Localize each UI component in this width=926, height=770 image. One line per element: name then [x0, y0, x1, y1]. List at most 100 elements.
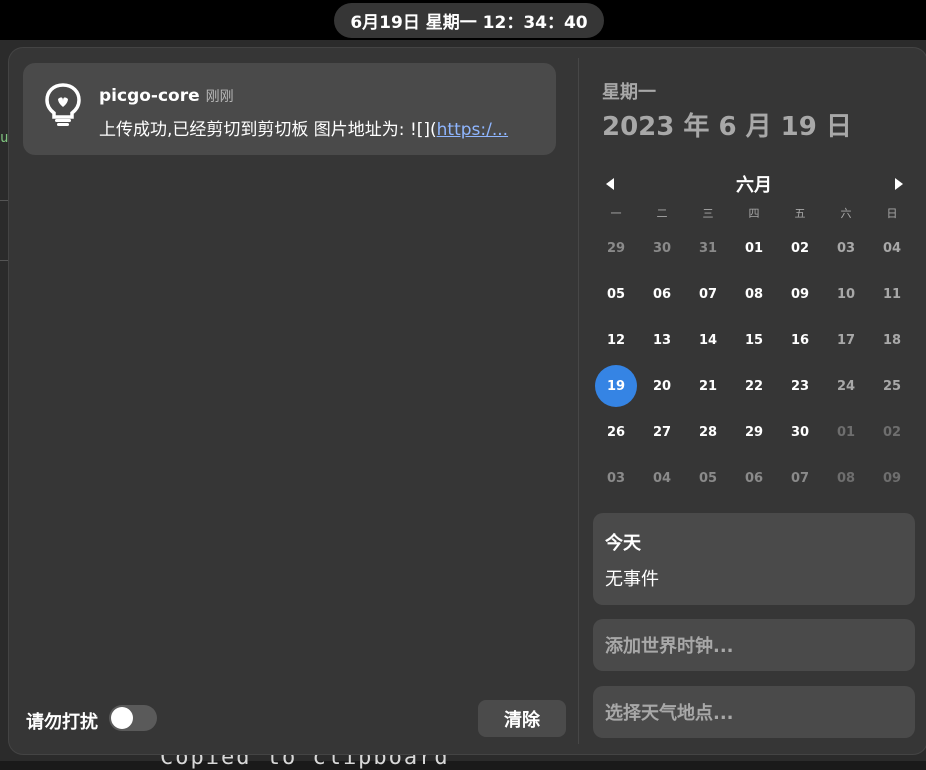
lightbulb-icon — [41, 81, 85, 127]
calendar-weekday[interactable]: 星期一 — [602, 78, 656, 104]
calendar-day[interactable]: 02 — [777, 225, 823, 271]
calendar-day[interactable]: 05 — [685, 455, 731, 501]
calendar-day-label: 21 — [698, 378, 718, 394]
calendar-day-label: 25 — [882, 378, 902, 394]
notification-app-name: picgo-core 刚刚 — [99, 86, 234, 106]
calendar-day[interactable]: 26 — [593, 409, 639, 455]
calendar-day[interactable]: 03 — [823, 225, 869, 271]
calendar-day[interactable]: 10 — [823, 271, 869, 317]
calendar-day[interactable]: 07 — [777, 455, 823, 501]
calendar-day-label: 22 — [744, 378, 764, 394]
events-title: 今天 — [605, 533, 641, 554]
weekday-header: 日 — [886, 207, 898, 220]
calendar-day[interactable]: 11 — [869, 271, 915, 317]
calendar-day-label: 27 — [652, 424, 672, 440]
calendar-day[interactable]: 06 — [639, 271, 685, 317]
calendar-day-label: 03 — [836, 240, 856, 256]
calendar-week-row: 26 27 28 29 30 01 02 — [593, 409, 917, 455]
notification-app-label: picgo-core — [99, 86, 200, 106]
calendar-day-label: 19 — [595, 365, 637, 407]
calendar-day-label: 04 — [652, 470, 672, 486]
calendar-full-date[interactable]: 2023 年 6 月 19 日 — [602, 106, 852, 143]
weekday-header: 三 — [702, 207, 714, 220]
calendar-day-label: 02 — [882, 424, 902, 440]
calendar-day[interactable]: 02 — [869, 409, 915, 455]
toggle-knob — [111, 707, 133, 729]
calendar-day[interactable]: 31 — [685, 225, 731, 271]
calendar-day[interactable]: 03 — [593, 455, 639, 501]
calendar-day-label: 15 — [744, 332, 764, 348]
calendar-day[interactable]: 28 — [685, 409, 731, 455]
do-not-disturb-toggle[interactable] — [109, 705, 157, 731]
calendar-day-label: 24 — [836, 378, 856, 394]
calendar-day-label: 07 — [698, 286, 718, 302]
calendar-day[interactable]: 05 — [593, 271, 639, 317]
calendar-day[interactable]: 01 — [731, 225, 777, 271]
chevron-left-icon[interactable] — [601, 174, 621, 194]
calendar-day[interactable]: 09 — [777, 271, 823, 317]
clear-button[interactable]: 清除 — [478, 700, 566, 737]
weekday-header: 四 — [748, 207, 760, 220]
calendar-day-label: 26 — [606, 424, 626, 440]
calendar-day[interactable]: 07 — [685, 271, 731, 317]
calendar-day-label: 02 — [790, 240, 810, 256]
calendar-day[interactable]: 30 — [639, 225, 685, 271]
calendar-week-row: 05 06 07 08 09 10 11 — [593, 271, 917, 317]
select-weather-location-button[interactable]: 选择天气地点... — [593, 686, 915, 738]
terminal-glyph: u — [0, 130, 9, 146]
calendar-day-label: 06 — [652, 286, 672, 302]
calendar-day[interactable]: 29 — [731, 409, 777, 455]
calendar-day[interactable]: 29 — [593, 225, 639, 271]
calendar-day[interactable]: 06 — [731, 455, 777, 501]
calendar-grid: 一 二 三 四 五 六 日 29 30 31 01 02 03 04 05 06 07 08 09 10 11 12 13… — [593, 203, 917, 501]
calendar-day[interactable]: 17 — [823, 317, 869, 363]
calendar-week-row: 29 30 31 01 02 03 04 — [593, 225, 917, 271]
calendar-day[interactable]: 14 — [685, 317, 731, 363]
calendar-day-label: 23 — [790, 378, 810, 394]
calendar-day-today[interactable]: 19 — [593, 363, 639, 409]
chevron-right-icon[interactable] — [888, 174, 908, 194]
calendar-day-label: 04 — [882, 240, 902, 256]
calendar-day-label: 05 — [606, 286, 626, 302]
events-panel[interactable]: 今天 无事件 — [593, 513, 915, 605]
calendar-day-label: 09 — [882, 470, 902, 486]
calendar-day[interactable]: 13 — [639, 317, 685, 363]
weekday-header: 一 — [610, 207, 622, 220]
calendar-day-label: 08 — [744, 286, 764, 302]
calendar-day[interactable]: 20 — [639, 363, 685, 409]
calendar-day[interactable]: 08 — [823, 455, 869, 501]
calendar-day[interactable]: 22 — [731, 363, 777, 409]
calendar-day-label: 28 — [698, 424, 718, 440]
calendar-day-label: 08 — [836, 470, 856, 486]
calendar-day[interactable]: 01 — [823, 409, 869, 455]
calendar-day[interactable]: 09 — [869, 455, 915, 501]
calendar-month: 六月 — [736, 175, 772, 196]
calendar-day-label: 30 — [652, 240, 672, 256]
topbar-clock[interactable]: 6月19日 星期一 12：34：40 — [334, 3, 604, 38]
calendar-day[interactable]: 04 — [869, 225, 915, 271]
calendar-day-label: 10 — [836, 286, 856, 302]
calendar-day[interactable]: 18 — [869, 317, 915, 363]
calendar-day-label: 09 — [790, 286, 810, 302]
add-world-clock-button[interactable]: 添加世界时钟... — [593, 619, 915, 671]
notification-link[interactable]: https:/... — [437, 120, 508, 140]
calendar-day[interactable]: 08 — [731, 271, 777, 317]
do-not-disturb-label: 请勿打扰 — [26, 712, 98, 733]
calendar-day-label: 14 — [698, 332, 718, 348]
calendar-day[interactable]: 12 — [593, 317, 639, 363]
calendar-day-label: 20 — [652, 378, 672, 394]
notification-calendar-popover: picgo-core 刚刚 上传成功,已经剪切到剪切板 图片地址为: ![](ht… — [9, 48, 926, 754]
notification-card[interactable]: picgo-core 刚刚 上传成功,已经剪切到剪切板 图片地址为: ![](ht… — [23, 63, 556, 155]
events-empty-text: 无事件 — [605, 569, 659, 590]
calendar-day[interactable]: 04 — [639, 455, 685, 501]
calendar-day[interactable]: 23 — [777, 363, 823, 409]
calendar-day-label: 29 — [606, 240, 626, 256]
calendar-day[interactable]: 25 — [869, 363, 915, 409]
calendar-day[interactable]: 16 — [777, 317, 823, 363]
calendar-day[interactable]: 27 — [639, 409, 685, 455]
calendar-day[interactable]: 30 — [777, 409, 823, 455]
calendar-day[interactable]: 24 — [823, 363, 869, 409]
calendar-weekday-headers: 一二三四五六日 — [593, 203, 917, 225]
calendar-day[interactable]: 21 — [685, 363, 731, 409]
calendar-day[interactable]: 15 — [731, 317, 777, 363]
